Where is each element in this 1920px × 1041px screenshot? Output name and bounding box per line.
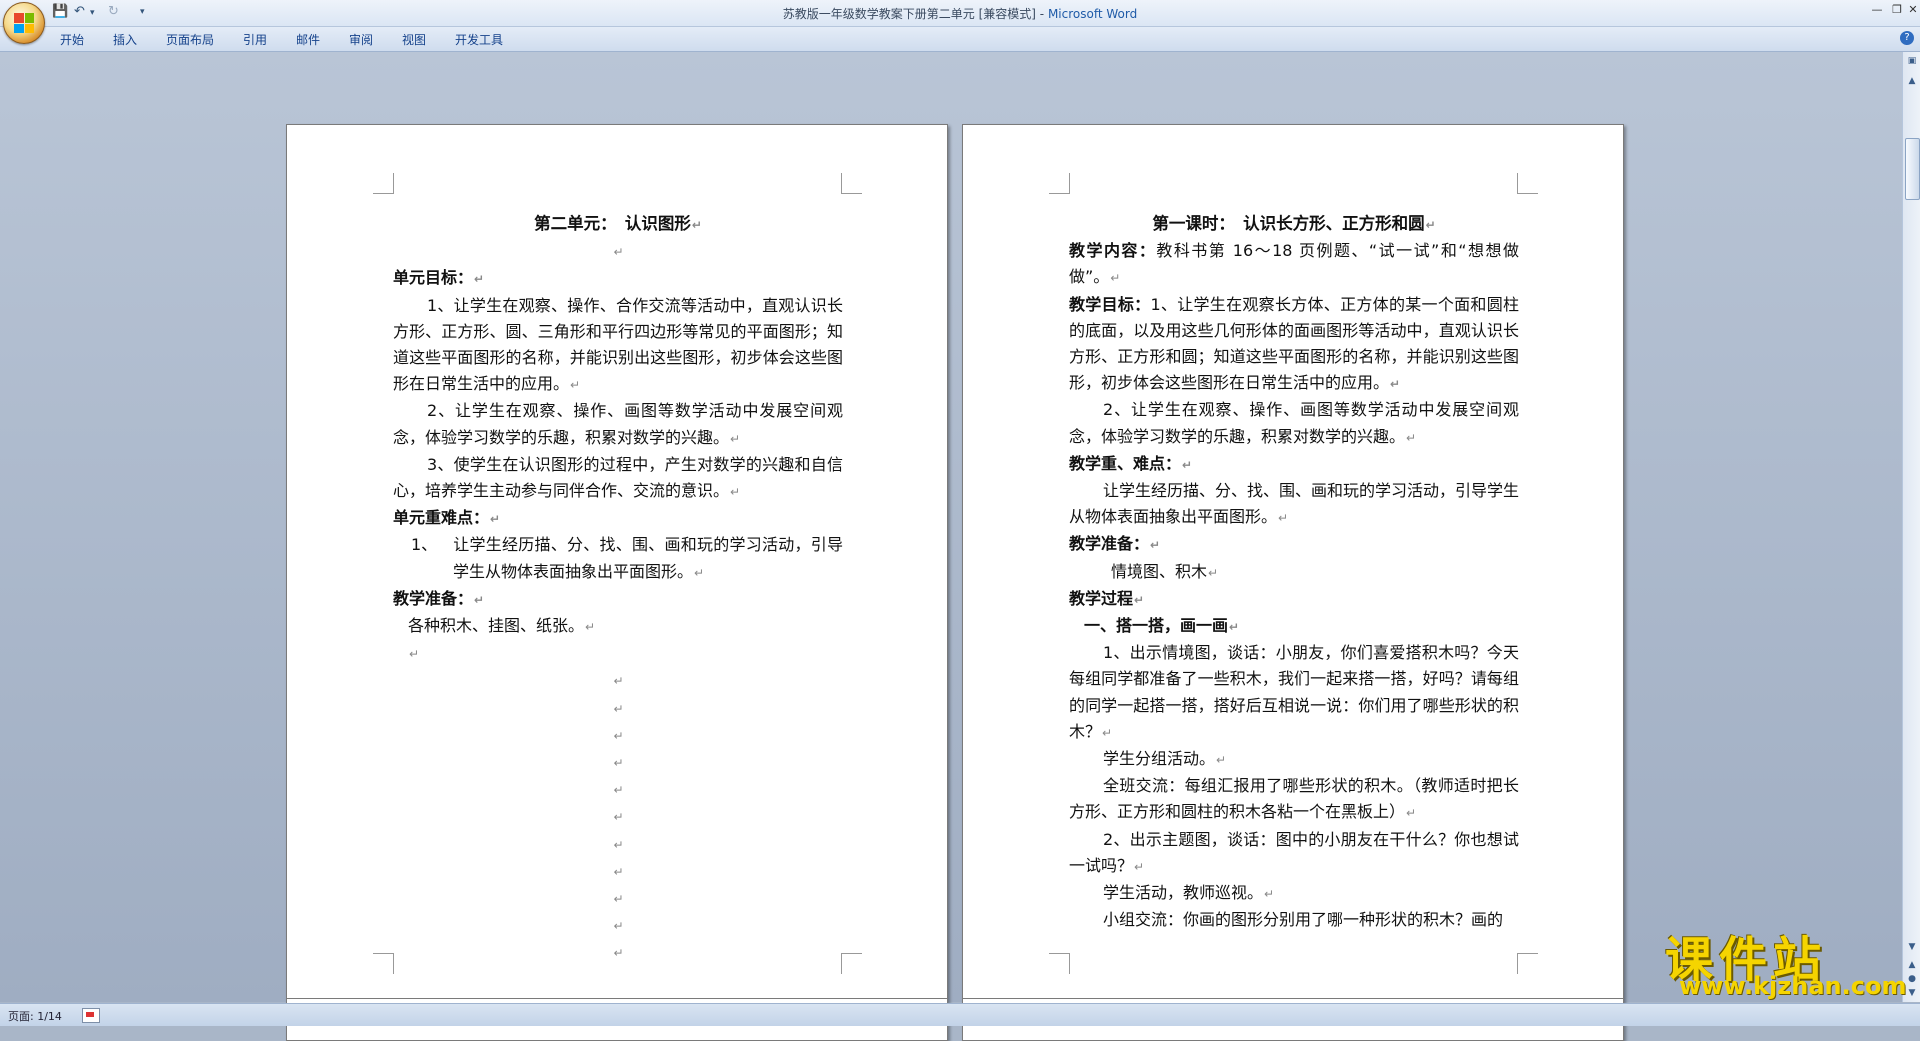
app-name: Microsoft Word — [1047, 7, 1138, 21]
lesson-section-1: 一、搭一搭，画一画↵ — [1084, 616, 1240, 636]
page-number-status[interactable]: 页面: 1/14 — [8, 1008, 62, 1024]
lesson-key-text: 让学生经历描、分、找、围、画和玩的学习活动，引导学生从物体表面抽象出平面图形。↵ — [1069, 481, 1519, 527]
document-page-1[interactable]: 第二单元： 认识图形↵ ↵ 单元目标：↵ 1、让学生在观察、操作、合作交流等活动… — [286, 124, 948, 1041]
status-bar: 页面: 1/14 — [0, 1003, 1920, 1026]
window-title: 苏教版一年级数学教案下册第二单元 [兼容模式] - Microsoft Word — [0, 5, 1920, 22]
next-page-icon[interactable]: ▼ — [1905, 986, 1919, 1000]
page-1-body: 第二单元： 认识图形↵ ↵ 单元目标：↵ 1、让学生在观察、操作、合作交流等活动… — [393, 211, 843, 967]
vertical-scrollbar[interactable]: ▣ ▲ ▼ ▲ ● ▼ — [1902, 52, 1920, 1002]
lesson-content: 教学内容：教科书第 16～18 页例题、“试一试”和“想想做做”。↵ — [1069, 241, 1519, 287]
tab-review[interactable]: 审阅 — [349, 31, 373, 48]
margin-corner-mark — [1049, 173, 1070, 194]
document-workspace[interactable]: 第二单元： 认识图形↵ ↵ 单元目标：↵ 1、让学生在观察、操作、合作交流等活动… — [0, 52, 1902, 1041]
document-name: 苏教版一年级数学教案下册第二单元 [兼容模式] — [782, 7, 1036, 21]
lesson-title: 第一课时： 认识长方形、正方形和圆↵ — [1152, 214, 1436, 233]
lesson-prep-text: 情境图、积木↵ — [1111, 561, 1219, 581]
title-bar: 💾 ↶ ▾ ↻ ▾ 苏教版一年级数学教案下册第二单元 [兼容模式] - Micr… — [0, 0, 1920, 27]
lesson-prep-heading: 教学准备：↵ — [1069, 534, 1161, 554]
close-icon[interactable]: ✕ — [1902, 3, 1920, 16]
scroll-up-icon[interactable]: ▲ — [1905, 74, 1919, 88]
lesson-step-1: 1、出示情境图，谈话：小朋友，你们喜爱搭积木吗？今天每组同学都准备了一些积木，我… — [1069, 643, 1519, 741]
office-button[interactable] — [3, 2, 45, 44]
unit-prep-heading: 教学准备：↵ — [393, 588, 485, 608]
watermark-logo: 课件站 www.kjzhan.com — [1665, 920, 1907, 1000]
ruler-toggle-icon[interactable]: ▣ — [1905, 54, 1919, 68]
margin-corner-mark — [841, 173, 862, 194]
lesson-process-heading: 教学过程↵ — [1069, 588, 1145, 608]
scrollbar-thumb[interactable] — [1905, 138, 1920, 200]
tab-page-layout[interactable]: 页面布局 — [166, 31, 214, 48]
unit-goal-1: 1、让学生在观察、操作、合作交流等活动中，直观认识长方形、正方形、圆、三角形和平… — [393, 295, 843, 394]
previous-page-icon[interactable]: ▲ — [1905, 958, 1919, 972]
title-separator: - — [1035, 7, 1048, 21]
ribbon-tabs: 开始 插入 页面布局 引用 邮件 审阅 视图 开发工具 ? — [0, 27, 1920, 52]
margin-corner-mark — [1517, 953, 1538, 974]
unit-goal-2: 2、让学生在观察、操作、画图等数学活动中发展空间观念，体验学习数学的乐趣，积累对… — [393, 401, 843, 447]
lesson-step-1b: 全班交流：每组汇报用了哪些形状的积木。（教师适时把长方形、正方形和圆柱的积木各粘… — [1069, 776, 1519, 822]
minimize-icon[interactable]: — — [1866, 3, 1888, 16]
scroll-down-icon[interactable]: ▼ — [1905, 940, 1919, 954]
tab-view[interactable]: 视图 — [402, 31, 426, 48]
lesson-step-2a: 学生活动，教师巡视。↵ — [1103, 883, 1275, 903]
tab-insert[interactable]: 插入 — [113, 31, 137, 48]
unit-key-points-heading: 单元重难点：↵ — [393, 508, 501, 528]
tab-developer[interactable]: 开发工具 — [455, 31, 503, 48]
lesson-step-1a: 学生分组活动。↵ — [1103, 749, 1227, 769]
unit-goals-heading: 单元目标：↵ — [393, 268, 485, 288]
page-2-body: 第一课时： 认识长方形、正方形和圆↵ 教学内容：教科书第 16～18 页例题、“… — [1069, 211, 1519, 955]
margin-corner-mark — [373, 953, 394, 974]
margin-corner-mark — [373, 173, 394, 194]
tab-references[interactable]: 引用 — [243, 31, 267, 48]
unit-prep-text: 各种积木、挂图、纸张。↵ — [408, 616, 596, 636]
browse-object-icon[interactable]: ● — [1905, 972, 1919, 986]
unit-title: 第二单元： 认识图形↵ — [534, 214, 702, 233]
lesson-key-heading: 教学重、难点：↵ — [1069, 453, 1193, 473]
tab-home[interactable]: 开始 — [60, 31, 84, 48]
tab-mailings[interactable]: 邮件 — [296, 31, 320, 48]
proofing-icon[interactable] — [82, 1008, 100, 1023]
help-icon[interactable]: ? — [1900, 31, 1914, 45]
office-logo-icon — [14, 13, 34, 33]
unit-key-point-1: 1、 让学生经历描、分、找、围、画和玩的学习活动，引导学生从物体表面抽象出平面图形… — [411, 535, 843, 581]
lesson-goal-2: 2、让学生在观察、操作、画图等数学活动中发展空间观念，体验学习数学的乐趣，积累对… — [1069, 400, 1519, 446]
margin-corner-mark — [841, 953, 862, 974]
margin-corner-mark — [1049, 953, 1070, 974]
watermark-url: www.kjzhan.com — [1679, 972, 1907, 1000]
lesson-goals-heading: 教学目标：1、让学生在观察长方体、正方体的某一个面和圆柱的底面，以及用这些几何形… — [1069, 294, 1519, 393]
lesson-step-2b: 小组交流：你画的图形分别用了哪一种形状的积木？画的 — [1103, 910, 1504, 930]
unit-goal-3: 3、使学生在认识图形的过程中，产生对数学的兴趣和自信心，培养学生主动参与同伴合作… — [393, 454, 843, 501]
margin-corner-mark — [1517, 173, 1538, 194]
lesson-step-2: 2、出示主题图，谈话：图中的小朋友在干什么？你也想试一试吗？↵ — [1069, 829, 1519, 875]
document-page-2[interactable]: 第一课时： 认识长方形、正方形和圆↵ 教学内容：教科书第 16～18 页例题、“… — [962, 124, 1624, 1041]
